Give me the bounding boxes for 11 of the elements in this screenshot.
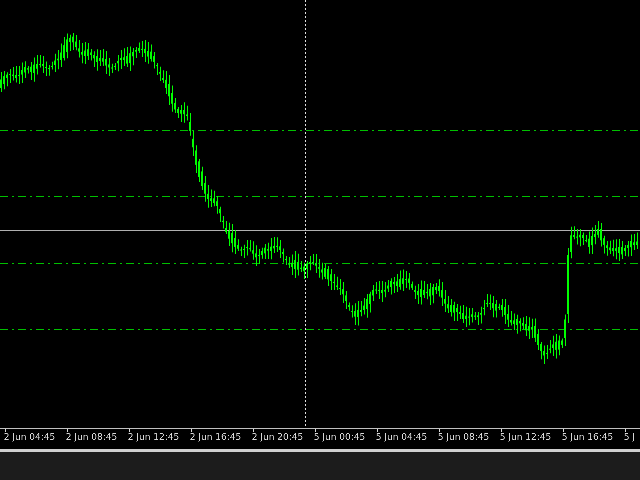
axis-label: 2 Jun 08:45 [66, 429, 128, 449]
axis-label: 5 Jun 08:45 [438, 429, 500, 449]
axis-label: 2 Jun 20:45 [252, 429, 314, 449]
axis-label: 2 Jun 12:45 [128, 429, 190, 449]
axis-label: 5 J [624, 429, 640, 449]
axis-label: 5 Jun 12:45 [500, 429, 562, 449]
axis-label: 2 Jun 16:45 [190, 429, 252, 449]
axis-label: 2 Jun 04:45 [4, 429, 66, 449]
axis-label: 5 Jun 16:45 [562, 429, 624, 449]
axis-label: 5 Jun 04:45 [376, 429, 438, 449]
axis-label: 5 Jun 00:45 [314, 429, 376, 449]
